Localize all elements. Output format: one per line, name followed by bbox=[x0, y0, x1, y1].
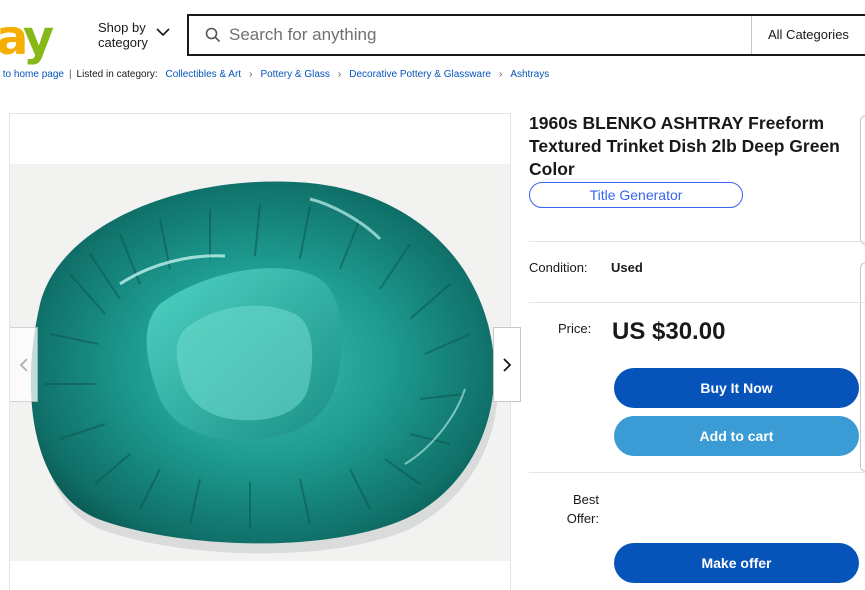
title-generator-button[interactable]: Title Generator bbox=[529, 182, 743, 208]
best-offer-label-line1: Best bbox=[572, 492, 599, 507]
listing-title: 1960s BLENKO ASHTRAY Freeform Textured T… bbox=[529, 113, 840, 179]
divider bbox=[529, 302, 865, 303]
previous-image-button[interactable] bbox=[10, 327, 38, 402]
product-image[interactable] bbox=[10, 164, 510, 561]
listed-in-category-label: Listed in category: bbox=[76, 69, 158, 80]
chevron-down-icon bbox=[156, 28, 170, 37]
chevron-left-icon bbox=[19, 357, 28, 372]
best-offer-label-line2: Offer: bbox=[566, 511, 599, 526]
divider bbox=[529, 241, 865, 242]
breadcrumb-item-collectibles[interactable]: Collectibles & Art bbox=[166, 69, 242, 80]
back-to-home-link[interactable]: ck to home page bbox=[0, 69, 64, 80]
image-gallery bbox=[9, 113, 521, 590]
glass-ashtray-image bbox=[10, 164, 510, 561]
side-panel-edge bbox=[860, 262, 865, 472]
search-bar: All Categories bbox=[187, 14, 865, 56]
breadcrumb-chevron-icon: › bbox=[249, 69, 253, 80]
buy-it-now-button[interactable]: Buy It Now bbox=[614, 368, 859, 408]
shop-by-label: Shop by bbox=[98, 20, 146, 35]
category-label: category bbox=[98, 35, 148, 50]
price-label: Price: bbox=[558, 321, 592, 336]
breadcrumb-chevron-icon: › bbox=[337, 69, 342, 80]
side-panel-edge bbox=[860, 115, 865, 245]
best-offer-label: Best Offer: bbox=[558, 490, 599, 528]
make-offer-button[interactable]: Make offer bbox=[614, 543, 859, 583]
condition-label: Condition: bbox=[529, 260, 588, 275]
all-categories-select[interactable]: All Categories bbox=[751, 16, 865, 54]
search-icon bbox=[205, 27, 221, 43]
add-to-cart-button[interactable]: Add to cart bbox=[614, 416, 859, 456]
breadcrumb-item-pottery-glass[interactable]: Pottery & Glass bbox=[260, 69, 329, 80]
breadcrumb-divider: | bbox=[68, 69, 72, 80]
breadcrumb: ck to home page | Listed in category: Coll… bbox=[0, 69, 549, 80]
search-input[interactable] bbox=[229, 22, 729, 48]
breadcrumb-item-ashtrays[interactable]: Ashtrays bbox=[510, 69, 549, 80]
divider bbox=[529, 472, 865, 473]
chevron-right-icon bbox=[503, 357, 512, 372]
condition-value: Used bbox=[611, 260, 643, 275]
breadcrumb-item-decorative-pottery[interactable]: Decorative Pottery & Glassware bbox=[349, 69, 491, 80]
breadcrumb-chevron-icon: › bbox=[498, 69, 503, 80]
ebay-logo[interactable]: ay bbox=[0, 14, 54, 62]
next-image-button[interactable] bbox=[493, 327, 521, 402]
shop-by-category-button[interactable]: Shop by category bbox=[98, 20, 170, 50]
price-value: US $30.00 bbox=[612, 318, 726, 345]
